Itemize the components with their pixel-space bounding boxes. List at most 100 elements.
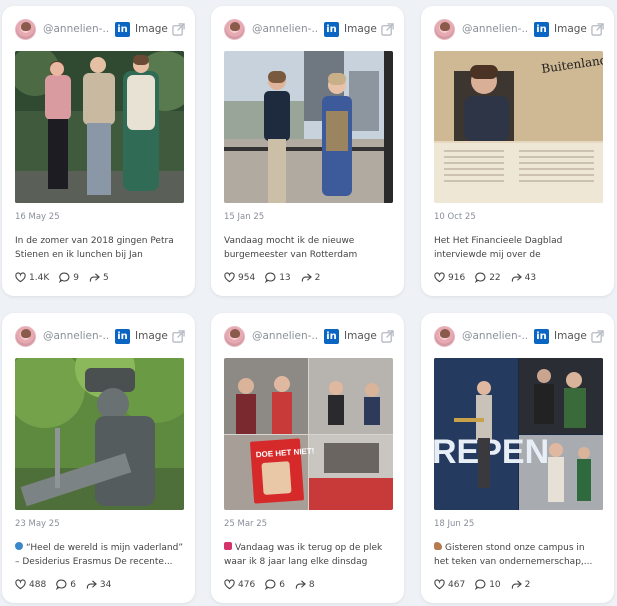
likes-stat: 467	[434, 579, 465, 590]
comments-stat: 10	[475, 579, 501, 590]
external-link-icon[interactable]	[172, 329, 185, 343]
post-stats: 488 6 34	[15, 579, 121, 590]
post-type-label: Image	[344, 23, 377, 35]
post-card[interactable]: @annelien-... in Image 23 May 25 “Heel d…	[2, 313, 195, 603]
post-image[interactable]	[224, 51, 393, 203]
share-icon	[86, 580, 97, 589]
comment-icon	[265, 272, 276, 283]
caption-text: “Heel de wereld is mijn vaderland” – Des…	[15, 543, 183, 567]
comments-stat: 9	[59, 272, 79, 283]
post-caption: Het Het Financieele Dagblad interviewde …	[434, 236, 563, 260]
post-caption: In de zomer van 2018 gingen Petra Stiene…	[15, 236, 174, 260]
post-image[interactable]	[15, 51, 184, 203]
likes-stat: 916	[434, 272, 465, 283]
post-header: @annelien-... in Image	[224, 325, 394, 347]
comments-count: 10	[489, 579, 501, 590]
post-image[interactable]	[15, 358, 184, 510]
post-stats: 467 10 2	[434, 579, 540, 590]
post-image[interactable]: DOE HET NIET!	[224, 358, 393, 510]
likes-count: 467	[448, 579, 466, 590]
comments-count: 6	[279, 579, 285, 590]
post-stats: 476 6 8	[224, 579, 325, 590]
avatar	[434, 325, 455, 347]
post-type-label: Image	[344, 330, 377, 342]
post-card[interactable]: @annelien-... in Image	[2, 6, 195, 296]
muscle-icon	[434, 542, 442, 550]
linkedin-icon: in	[115, 21, 130, 37]
linkedin-icon: in	[115, 328, 130, 344]
likes-stat: 954	[224, 272, 255, 283]
caption-text: Gisteren stond onze campus in het teken …	[434, 543, 593, 567]
post-date: 25 Mar 25	[224, 519, 268, 529]
author-handle: @annelien-...	[43, 330, 109, 342]
comment-icon	[56, 579, 67, 590]
heart-icon	[224, 579, 235, 590]
avatar	[15, 18, 36, 40]
comment-icon	[59, 272, 70, 283]
comments-stat: 13	[265, 272, 291, 283]
likes-stat: 488	[15, 579, 46, 590]
post-type-label: Image	[554, 330, 587, 342]
post-card[interactable]: @annelien-... in Image REPEN 18 Jun 25 G…	[421, 313, 614, 603]
heart-icon	[434, 579, 445, 590]
share-icon	[295, 580, 306, 589]
external-link-icon[interactable]	[381, 329, 394, 343]
shares-count: 34	[99, 579, 112, 590]
post-caption: Vandaag mocht ik de nieuwe burgemeester …	[224, 236, 358, 260]
heart-icon	[15, 579, 26, 590]
linkedin-icon: in	[324, 21, 339, 37]
shares-count: 2	[524, 579, 531, 590]
post-stats: 916 22 43	[434, 272, 546, 283]
likes-count: 476	[238, 579, 256, 590]
shares-stat: 5	[89, 272, 109, 283]
post-type-label: Image	[135, 330, 168, 342]
linkedin-icon: in	[534, 21, 549, 37]
post-date: 18 Jun 25	[434, 519, 475, 529]
post-header: @annelien-... in Image	[15, 18, 185, 40]
comments-stat: 6	[56, 579, 76, 590]
author-handle: @annelien-...	[252, 23, 318, 35]
post-header: @annelien-... in Image	[224, 18, 394, 40]
avatar	[15, 325, 36, 347]
post-caption: “Heel de wereld is mijn vaderland” – Des…	[15, 542, 183, 569]
likes-stat: 476	[224, 579, 255, 590]
avatar	[224, 18, 245, 40]
shares-count: 2	[314, 272, 321, 283]
comments-stat: 6	[265, 579, 285, 590]
post-card[interactable]: @annelien-... in Image	[211, 6, 404, 296]
post-card[interactable]: @annelien-... in Image DOE HET NIET! 25 …	[211, 313, 404, 603]
likes-count: 1.4K	[29, 272, 50, 283]
post-header: @annelien-... in Image	[15, 325, 185, 347]
share-icon	[511, 273, 522, 282]
external-link-icon[interactable]	[381, 22, 394, 36]
shares-stat: 8	[295, 579, 315, 590]
post-caption: Gisteren stond onze campus in het teken …	[434, 542, 602, 569]
linkedin-icon: in	[324, 328, 339, 344]
post-stats: 1.4K 9 5	[15, 272, 119, 283]
external-link-icon[interactable]	[591, 329, 604, 343]
comments-count: 6	[70, 579, 76, 590]
likes-stat: 1.4K	[15, 272, 49, 283]
red-square-icon	[224, 542, 232, 550]
comment-icon	[475, 579, 486, 590]
external-link-icon[interactable]	[591, 22, 604, 36]
post-card[interactable]: @annelien-... in Image	[421, 6, 614, 296]
likes-count: 488	[29, 579, 47, 590]
likes-count: 954	[238, 272, 256, 283]
external-link-icon[interactable]	[172, 22, 185, 36]
author-handle: @annelien-...	[462, 23, 528, 35]
comments-count: 9	[73, 272, 79, 283]
shares-count: 8	[308, 579, 315, 590]
author-handle: @annelien-...	[252, 330, 318, 342]
shares-count: 5	[102, 272, 109, 283]
author-handle: @annelien-...	[43, 23, 109, 35]
post-image[interactable]: REPEN	[434, 358, 603, 510]
post-stats: 954 13 2	[224, 272, 330, 283]
post-image[interactable]: Buitenlandse studenten? We moeten erom v…	[434, 51, 603, 203]
share-icon	[511, 580, 522, 589]
avatar	[224, 325, 245, 347]
heart-icon	[15, 272, 26, 283]
comment-icon	[265, 579, 276, 590]
linkedin-icon: in	[534, 328, 549, 344]
comments-count: 22	[489, 272, 501, 283]
